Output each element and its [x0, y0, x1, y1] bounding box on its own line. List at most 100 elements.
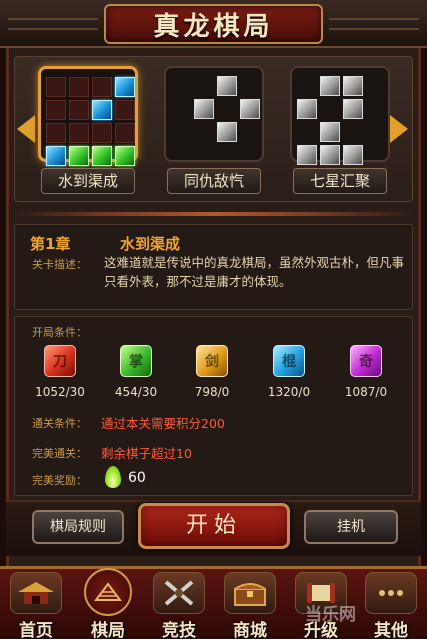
nav-item-shop[interactable]: 商城	[214, 572, 286, 639]
reward-value: 60	[128, 470, 146, 486]
gray-gem-icon	[194, 99, 214, 119]
nav-label: 商城	[233, 621, 267, 639]
green-gem-icon	[115, 146, 135, 166]
page-title: 真龙棋局	[153, 11, 274, 42]
title-ornament-left	[8, 18, 98, 30]
chapter-description: 这难道就是传说中的真龙棋局，虽然外观古朴，但凡事只看外表，那不过是庸才的体现。	[104, 255, 405, 289]
treasure-chest-icon	[224, 572, 276, 614]
empty-cell	[92, 123, 112, 143]
condition-item: 奇 1087/0	[331, 345, 401, 399]
puzzle-label: 七星汇聚	[293, 168, 387, 194]
empty-cell	[217, 145, 237, 165]
nav-item-arena[interactable]: 竞技	[143, 572, 215, 639]
reward-label: 完美奖励：	[32, 474, 87, 487]
item-count: 798/0	[194, 385, 230, 399]
title-bar: 真龙棋局	[0, 0, 427, 48]
chessboard-icon	[84, 568, 132, 616]
arrow-left-icon[interactable]	[17, 115, 35, 143]
empty-cell	[46, 77, 66, 97]
crossed-swords-icon	[153, 572, 205, 614]
condition-item: 剑 798/0	[177, 345, 247, 399]
empty-cell	[240, 145, 260, 165]
purple-gem-icon: 奇	[350, 345, 382, 377]
puzzle-card[interactable]: 水到渠成	[38, 66, 138, 194]
nav-label: 首页	[19, 621, 53, 639]
title-ornament-right	[329, 18, 419, 30]
puzzle-grid	[297, 76, 386, 165]
pass-condition-value: 通过本关需要积分200	[101, 416, 225, 431]
chapter-name: 水到渠成	[120, 235, 181, 253]
gray-gem-icon	[297, 99, 317, 119]
gray-gem-icon	[343, 76, 363, 96]
divider	[14, 212, 413, 216]
empty-cell	[115, 100, 135, 120]
blue-gem-icon	[46, 146, 66, 166]
empty-cell	[343, 122, 363, 142]
empty-cell	[46, 100, 66, 120]
empty-cell	[240, 122, 260, 142]
puzzle-card[interactable]: 七星汇聚	[290, 66, 390, 194]
orange-gem-icon: 剑	[196, 345, 228, 377]
empty-cell	[69, 77, 89, 97]
condition-item: 棍 1320/0	[254, 345, 324, 399]
nav-item-chess[interactable]: 棋局	[72, 568, 144, 639]
empty-cell	[240, 76, 260, 96]
green-gem-icon	[92, 146, 112, 166]
empty-cell	[320, 99, 340, 119]
blue-gem-icon	[115, 77, 135, 97]
gray-gem-icon	[343, 145, 363, 165]
rules-button[interactable]: 棋局规则	[32, 510, 124, 544]
blue-gem-icon	[92, 100, 112, 120]
empty-cell	[115, 123, 135, 143]
empty-cell	[297, 122, 317, 142]
pass-condition-label: 通关条件：	[32, 417, 87, 430]
puzzle-label: 同仇敌忾	[167, 168, 261, 194]
item-count: 1087/0	[344, 385, 388, 399]
nav-item-home[interactable]: 首页	[0, 572, 72, 639]
gray-gem-icon	[343, 99, 363, 119]
blue-gem-icon: 棍	[273, 345, 305, 377]
nav-label: 竞技	[162, 621, 196, 639]
item-count: 1052/30	[35, 385, 85, 399]
perfect-condition-value: 剩余棋子超过10	[101, 446, 192, 461]
gray-gem-icon	[217, 122, 237, 142]
green-gem-icon	[69, 146, 89, 166]
condition-item: 掌 454/30	[101, 345, 171, 399]
gray-gem-icon	[320, 122, 340, 142]
empty-cell	[171, 122, 191, 142]
gray-gem-icon	[240, 99, 260, 119]
empty-cell	[366, 99, 386, 119]
item-count: 1320/0	[267, 385, 311, 399]
start-button[interactable]: 开始	[138, 503, 290, 549]
empty-cell	[171, 76, 191, 96]
puzzle-grid	[46, 77, 135, 166]
gray-gem-icon	[320, 145, 340, 165]
watermark: 当乐网	[305, 605, 356, 625]
puzzle-board	[164, 66, 264, 162]
puzzle-board	[38, 66, 138, 166]
puzzle-grid	[171, 76, 260, 165]
empty-cell	[69, 123, 89, 143]
puzzle-label: 水到渠成	[41, 168, 135, 194]
empty-cell	[194, 76, 214, 96]
arrow-right-icon[interactable]	[390, 115, 408, 143]
empty-cell	[171, 145, 191, 165]
nav-label: 棋局	[91, 621, 125, 639]
empty-cell	[366, 122, 386, 142]
pagoda-icon	[10, 572, 62, 614]
description-label: 关卡描述：	[32, 258, 87, 271]
empty-cell	[171, 99, 191, 119]
more-icon	[365, 572, 417, 614]
empty-cell	[46, 123, 66, 143]
hangup-button[interactable]: 挂机	[304, 510, 398, 544]
conditions-panel	[14, 316, 413, 496]
empty-cell	[366, 76, 386, 96]
empty-cell	[92, 77, 112, 97]
item-count: 454/30	[114, 385, 158, 399]
puzzle-card[interactable]: 同仇敌忾	[164, 66, 264, 194]
nav-item-other[interactable]: 其他	[355, 572, 427, 639]
gray-gem-icon	[320, 76, 340, 96]
red-gem-icon: 刀	[44, 345, 76, 377]
empty-cell	[194, 122, 214, 142]
chapter-number: 第1章	[30, 235, 71, 253]
